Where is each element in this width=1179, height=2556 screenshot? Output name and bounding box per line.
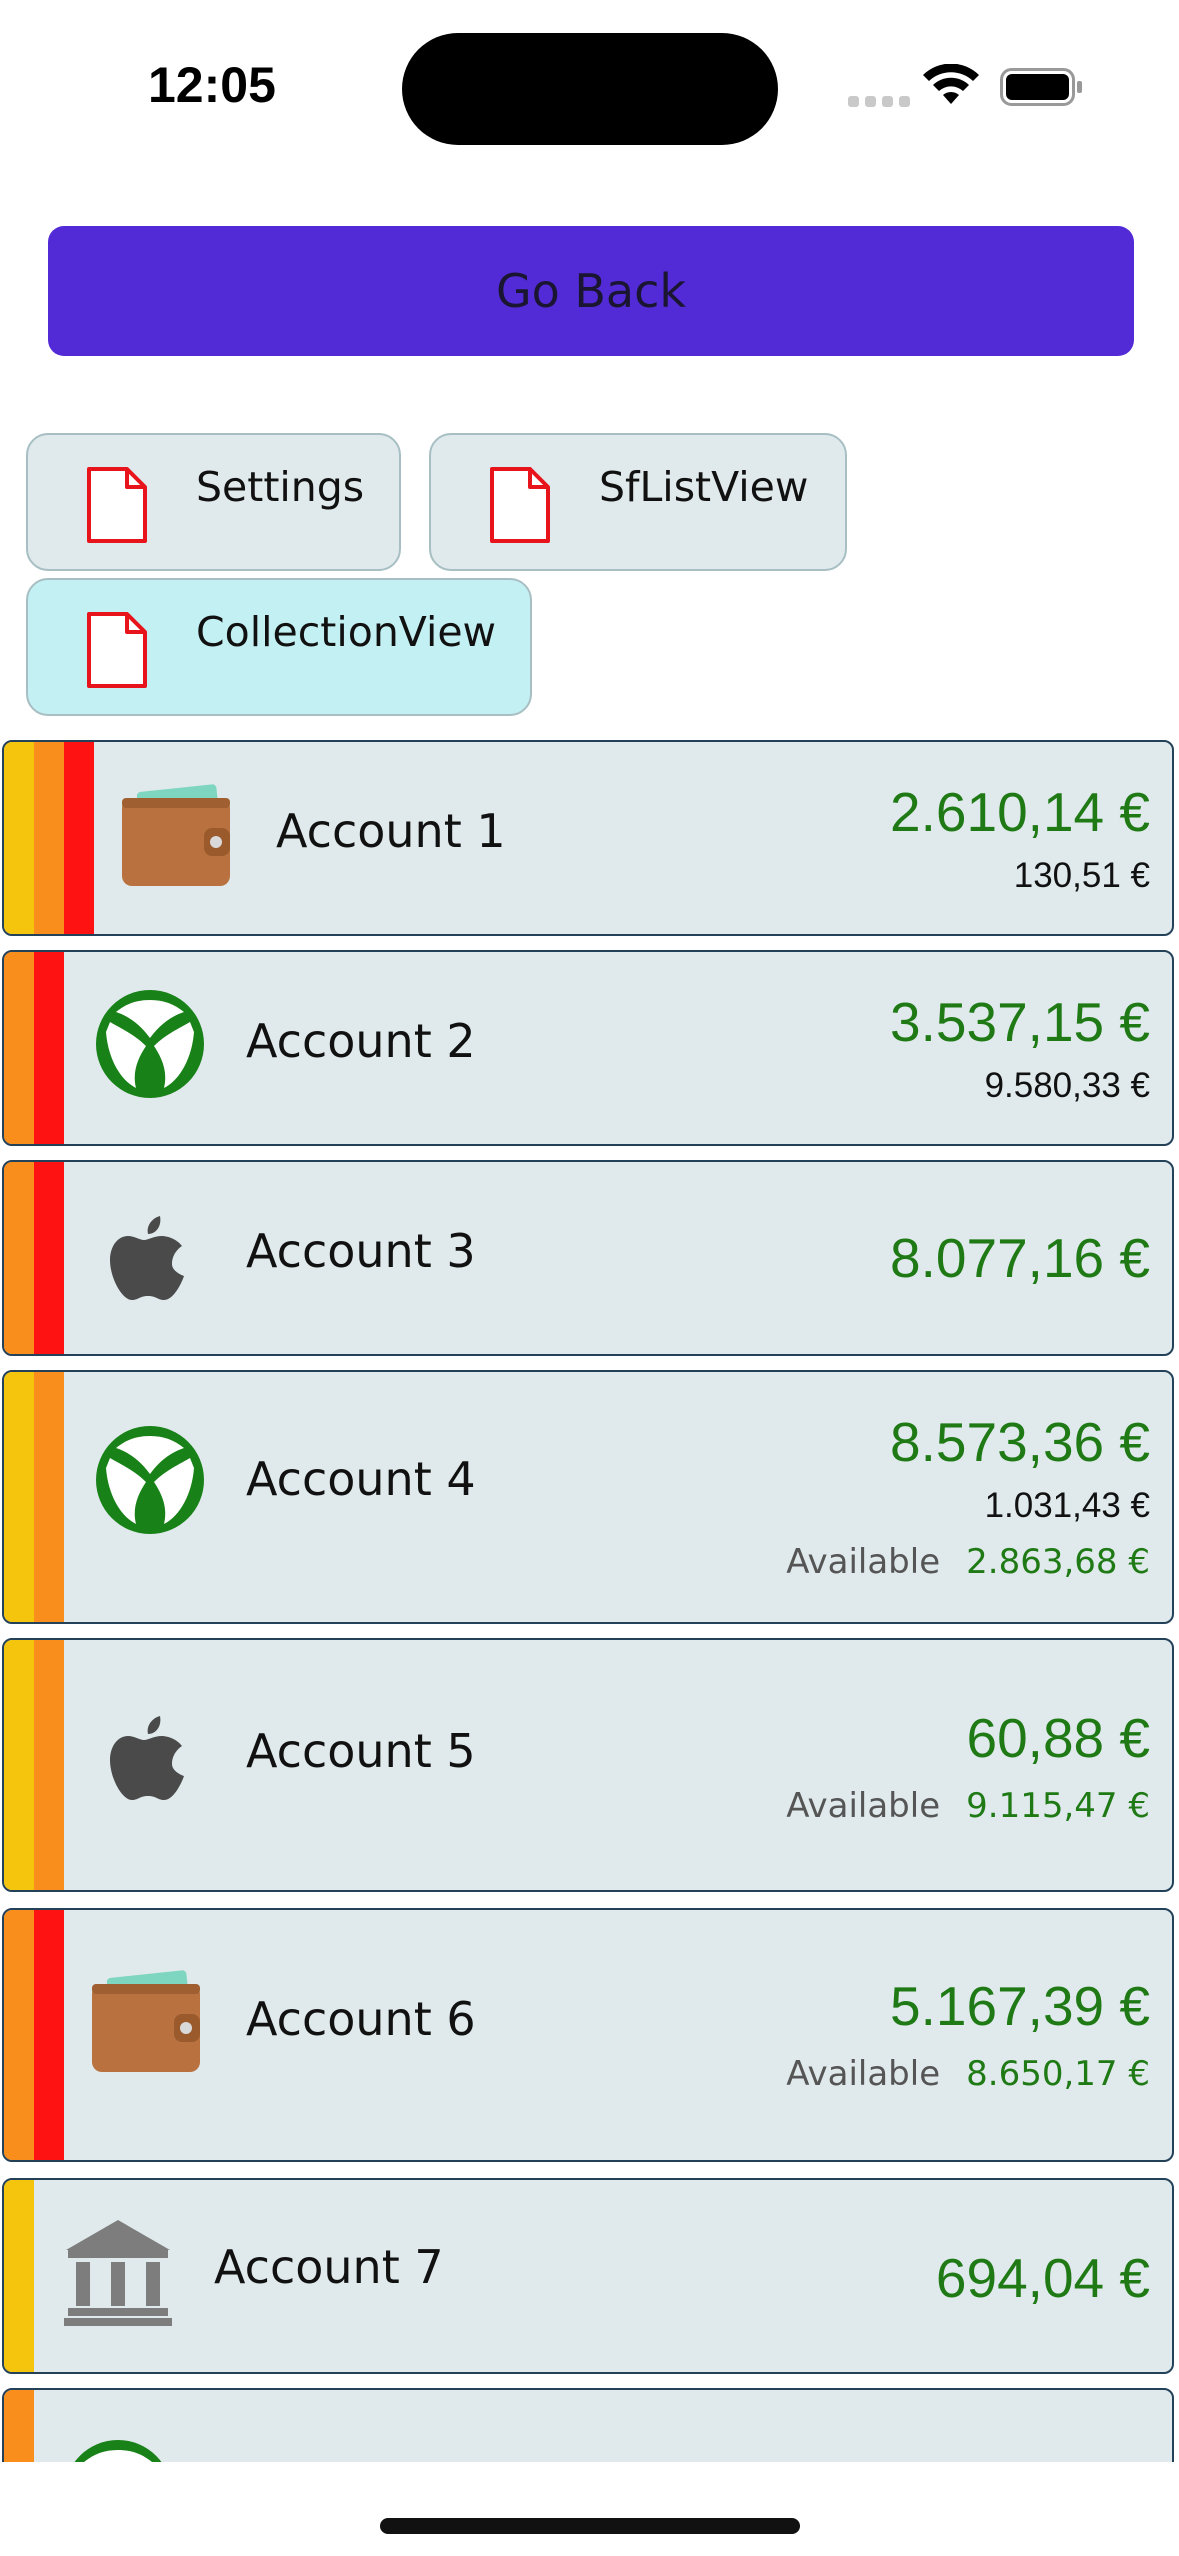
document-icon (490, 467, 550, 543)
account-balance: 2.610,14 € (890, 781, 1150, 843)
account-available: Available 8.650,17 € (786, 2054, 1150, 2094)
nav-chip-sflistview[interactable]: SfListView (429, 433, 847, 571)
account-balance: 3.537,15 € (890, 991, 1150, 1053)
apple-icon (110, 1216, 184, 1300)
home-indicator[interactable] (380, 2518, 800, 2534)
account-card[interactable]: Account 6 5.167,39 € Available 8.650,17 … (2, 1908, 1174, 2162)
go-back-button[interactable]: Go Back (48, 226, 1134, 356)
account-name: Account 2 (246, 1014, 476, 1068)
available-label: Available (786, 1542, 941, 1582)
document-icon (87, 467, 147, 543)
account-name: Account 5 (246, 1724, 476, 1778)
account-color-stripes (4, 1910, 64, 2160)
account-secondary-amount: 130,51 € (1013, 856, 1150, 895)
home-indicator-area (0, 2462, 1179, 2556)
account-balance: 8.573,36 € (890, 1411, 1150, 1473)
account-color-stripes (4, 1162, 64, 1354)
available-label: Available (786, 1786, 941, 1826)
available-amount: 8.650,17 € (966, 2054, 1150, 2094)
nav-chip-collectionview[interactable]: CollectionView (26, 578, 532, 716)
account-name: Account 1 (276, 804, 506, 858)
document-icon (87, 612, 147, 688)
account-color-stripes (4, 1640, 64, 1890)
account-name: Account 4 (246, 1452, 476, 1506)
account-card[interactable]: Account 2 3.537,15 € 9.580,33 € (2, 950, 1174, 1146)
account-name: Account 3 (246, 1224, 476, 1278)
status-time: 12:05 (148, 57, 276, 113)
account-card[interactable]: Account 3 8.077,16 € (2, 1160, 1174, 1356)
xbox-icon (96, 990, 204, 1098)
account-card[interactable]: Account 4 8.573,36 € 1.031,43 € Availabl… (2, 1370, 1174, 1624)
bank-icon (64, 2220, 172, 2326)
account-color-stripes (4, 952, 64, 1144)
nav-chip-label: SfListView (599, 463, 809, 511)
wifi-icon (923, 64, 979, 104)
wallet-icon (122, 784, 230, 886)
xbox-icon (96, 1426, 204, 1534)
account-balance: 694,04 € (935, 2247, 1150, 2309)
available-label: Available (786, 2054, 941, 2094)
dynamic-island (402, 33, 778, 145)
account-card[interactable]: Account 7 694,04 € (2, 2178, 1174, 2374)
account-balance: 5.167,39 € (890, 1975, 1150, 2037)
available-amount: 9.115,47 € (966, 1786, 1150, 1826)
account-color-stripes (4, 1372, 64, 1622)
nav-chip-settings[interactable]: Settings (26, 433, 401, 571)
cellular-signal-icon (848, 96, 910, 107)
account-name: Account 7 (214, 2240, 444, 2294)
available-amount: 2.863,68 € (966, 1542, 1150, 1582)
account-name: Account 6 (246, 1992, 476, 2046)
account-available: Available 2.863,68 € (786, 1542, 1150, 1582)
nav-chip-label: Settings (196, 463, 365, 511)
account-available: Available 9.115,47 € (786, 1786, 1150, 1826)
account-card[interactable]: Account 5 60,88 € Available 9.115,47 € (2, 1638, 1174, 1892)
account-color-stripes (4, 2180, 34, 2372)
wallet-icon (92, 1970, 200, 2072)
apple-icon (110, 1716, 184, 1800)
account-balance: 60,88 € (966, 1707, 1150, 1769)
account-secondary-amount: 1.031,43 € (984, 1486, 1150, 1525)
account-card[interactable]: Account 1 2.610,14 € 130,51 € (2, 740, 1174, 936)
account-balance: 8.077,16 € (890, 1227, 1150, 1289)
account-secondary-amount: 9.580,33 € (984, 1066, 1150, 1105)
battery-icon (1000, 68, 1082, 106)
account-color-stripes (4, 742, 94, 934)
nav-chip-label: CollectionView (196, 608, 497, 656)
